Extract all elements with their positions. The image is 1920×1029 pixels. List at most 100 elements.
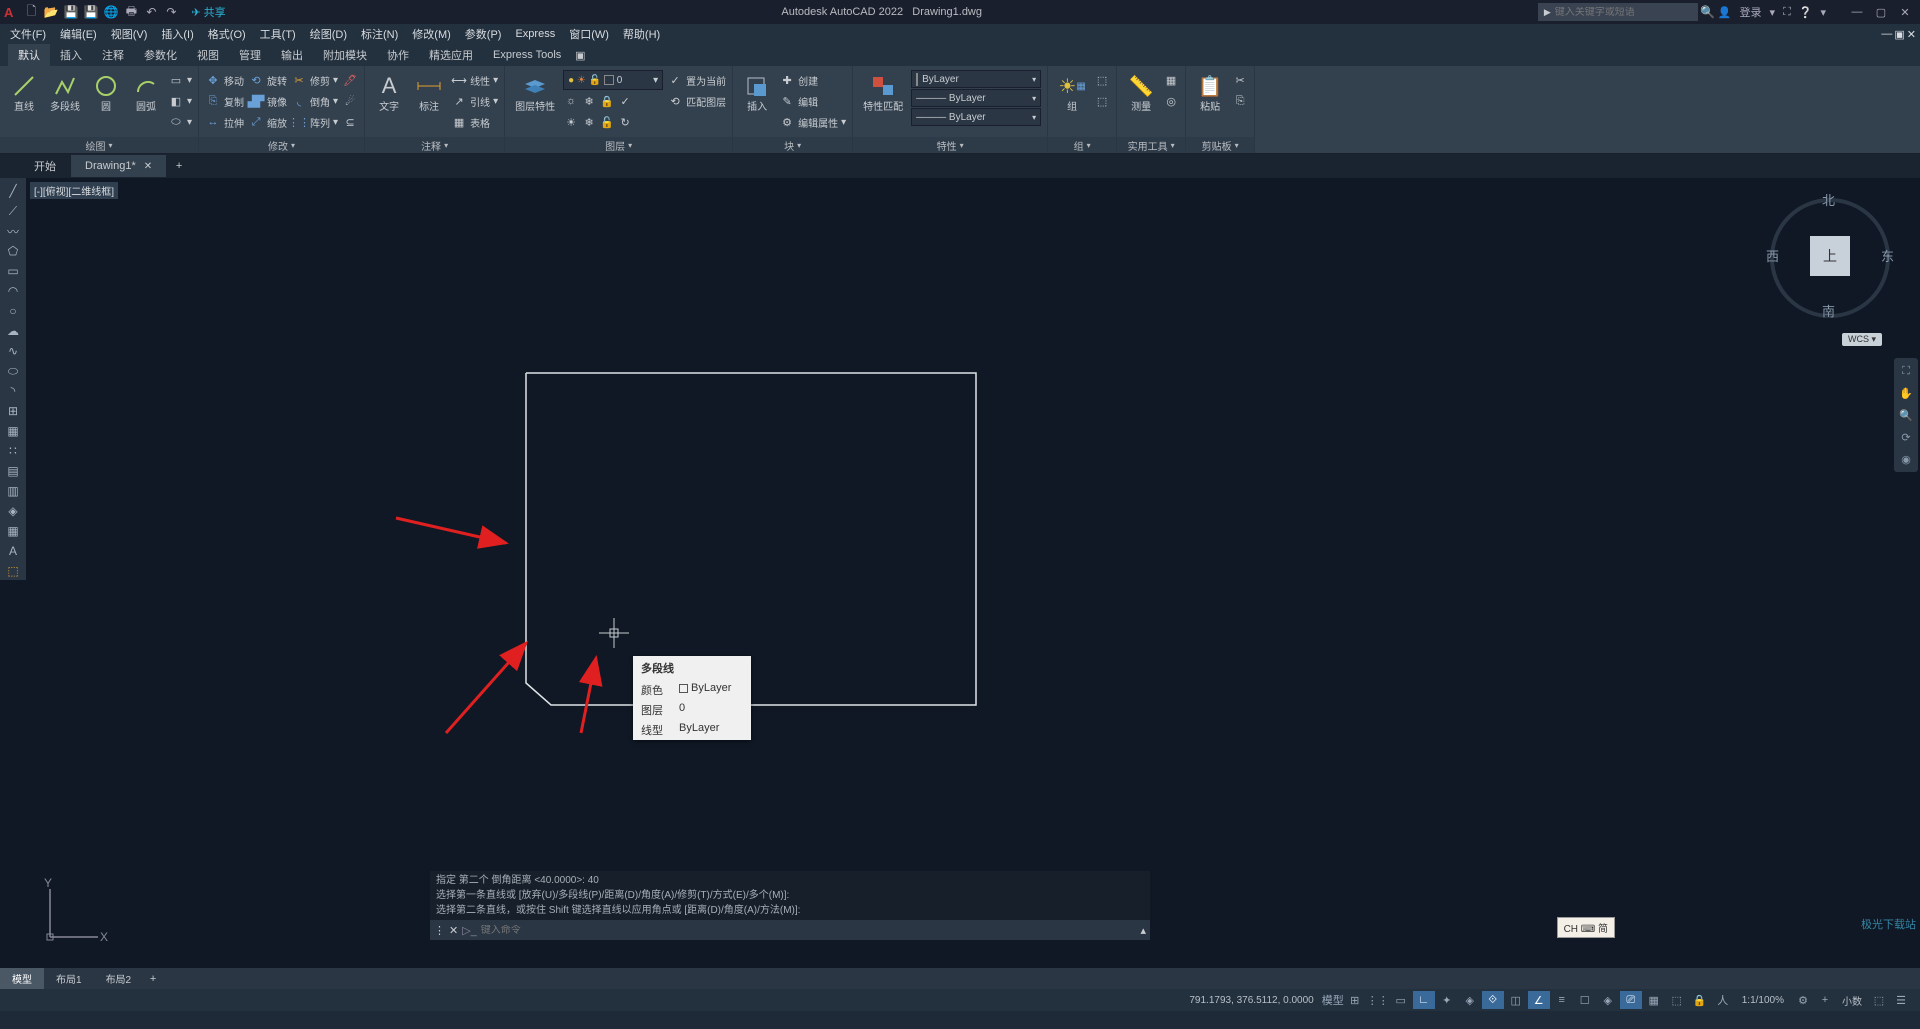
insert-block-button[interactable]: 插入 [739, 70, 775, 115]
tab-output[interactable]: 输出 [271, 44, 313, 66]
tool-addsel-icon[interactable]: ⬚ [3, 562, 23, 580]
group-tool2-icon[interactable]: ⬚ [1094, 91, 1110, 111]
qat-open-icon[interactable]: 📂 [42, 3, 60, 21]
match-props-button[interactable]: 特性匹配 [859, 70, 907, 115]
qat-save-icon[interactable]: 💾 [62, 3, 80, 21]
layout-model[interactable]: 模型 [0, 968, 44, 989]
scale-button[interactable]: ⤢缩放 [248, 112, 287, 132]
tool-circle-icon[interactable]: ○ [3, 302, 23, 320]
layout-add-button[interactable]: + [143, 973, 163, 985]
tool-ellipse-icon[interactable]: ⬭ [3, 362, 23, 380]
user-icon[interactable]: 👤 [1718, 6, 1732, 19]
status-model-button[interactable]: 模型 [1322, 991, 1344, 1009]
status-polar-icon[interactable]: ✦ [1436, 991, 1458, 1009]
tab-focus-icon[interactable]: ▣ [571, 44, 589, 66]
menu-edit[interactable]: 编辑(E) [60, 26, 97, 42]
array-button[interactable]: ⋮⋮阵列▾ [291, 112, 338, 132]
match-layer-button[interactable]: ⟲匹配图层 [667, 91, 726, 111]
util-tool1-icon[interactable]: ▦ [1163, 70, 1179, 90]
menu-parametric[interactable]: 参数(P) [465, 26, 502, 42]
status-as-icon[interactable]: 人 [1712, 991, 1734, 1009]
nav-wheel-icon[interactable]: ◉ [1897, 450, 1915, 468]
qat-webopen-icon[interactable]: 🌐 [102, 3, 120, 21]
nav-zoom-icon[interactable]: 🔍 [1897, 406, 1915, 424]
zoom-readout[interactable]: 1:1/100% [1742, 995, 1784, 1006]
nav-fullscreen-icon[interactable]: ⛶ [1897, 362, 1915, 380]
layer-props-button[interactable]: 图层特性 [511, 70, 559, 115]
mirror-button[interactable]: ▟▛镜像 [248, 91, 287, 111]
trim-button[interactable]: ✂修剪▾ [291, 70, 338, 90]
tool-text-icon[interactable]: A [3, 542, 23, 560]
erase-icon[interactable]: 🖊 [342, 70, 358, 90]
tab-manage[interactable]: 管理 [229, 44, 271, 66]
tool-polygon-icon[interactable]: ⬠ [3, 242, 23, 260]
panel-modify-title[interactable]: 修改 [199, 137, 364, 153]
panel-block-title[interactable]: 块 [733, 137, 852, 153]
menu-tools[interactable]: 工具(T) [260, 26, 296, 42]
create-block-button[interactable]: ✚创建 [779, 70, 846, 90]
search-input[interactable] [1555, 7, 1692, 18]
menu-express[interactable]: Express [515, 28, 555, 40]
filetab-drawing1[interactable]: Drawing1*✕ [71, 155, 166, 177]
linetype-combo[interactable]: ——— ByLayer▾ [911, 89, 1041, 107]
share-button[interactable]: ✈ 共享 [191, 4, 225, 20]
status-ortho-icon[interactable]: ∟ [1413, 991, 1435, 1009]
status-trans-icon[interactable]: ☐ [1574, 991, 1596, 1009]
tool-point-icon[interactable]: ∷ [3, 442, 23, 460]
arc-button[interactable]: 圆弧 [128, 70, 164, 115]
status-3dosnap-icon[interactable]: ◫ [1505, 991, 1527, 1009]
tab-insert[interactable]: 插入 [50, 44, 92, 66]
panel-utils-title[interactable]: 实用工具 [1117, 137, 1185, 153]
nav-orbit-icon[interactable]: ⟳ [1897, 428, 1915, 446]
menu-insert[interactable]: 插入(I) [161, 26, 193, 42]
layer-tool5-icon[interactable]: ☀ [563, 112, 579, 132]
linear-dim-button[interactable]: ⟷线性▾ [451, 70, 498, 90]
rotate-button[interactable]: ⟲旋转 [248, 70, 287, 90]
search-icon[interactable]: 🔍 [1699, 3, 1717, 21]
stretch-button[interactable]: ↔拉伸 [205, 112, 244, 132]
hatch-icon[interactable]: ◧▾ [168, 91, 192, 111]
layer-tool4-icon[interactable]: ✓ [617, 91, 633, 111]
login-button[interactable]: 登录 [1740, 4, 1762, 20]
status-grid-icon[interactable]: ⊞ [1344, 991, 1366, 1009]
maximize-button[interactable]: ▢ [1870, 4, 1892, 20]
mdi-minimize[interactable]: — [1881, 28, 1892, 41]
tab-featured[interactable]: 精选应用 [419, 44, 483, 66]
cmd-handle-icon[interactable]: ⋮ [434, 924, 445, 937]
status-otrack-icon[interactable]: ∠ [1528, 991, 1550, 1009]
qat-redo-icon[interactable]: ↷ [162, 3, 180, 21]
close-button[interactable]: ✕ [1894, 4, 1916, 20]
status-cloud-icon[interactable]: ⬚ [1868, 991, 1890, 1009]
status-dynin-icon[interactable]: ⎚ [1620, 991, 1642, 1009]
group-tool1-icon[interactable]: ⬚ [1094, 70, 1110, 90]
text-button[interactable]: A文字 [371, 70, 407, 115]
menu-view[interactable]: 视图(V) [111, 26, 148, 42]
panel-layers-title[interactable]: 图层 [505, 137, 732, 153]
minimize-button[interactable]: — [1846, 4, 1868, 20]
search-box[interactable]: ▶ [1538, 3, 1698, 21]
tool-rect-icon[interactable]: ▭ [3, 262, 23, 280]
status-lwt-icon[interactable]: ≡ [1551, 991, 1573, 1009]
panel-props-title[interactable]: 特性 [853, 137, 1047, 153]
tab-annotate[interactable]: 注释 [92, 44, 134, 66]
mdi-close[interactable]: ✕ [1907, 28, 1916, 41]
tool-block-icon[interactable]: ▦ [3, 422, 23, 440]
cut-icon[interactable]: ✂ [1232, 70, 1248, 90]
tab-view[interactable]: 视图 [187, 44, 229, 66]
help-icon[interactable]: ❔ [1799, 6, 1813, 19]
command-input[interactable] [481, 925, 1137, 936]
qat-plot-icon[interactable]: 🖶 [122, 3, 140, 21]
status-infer-icon[interactable]: ▭ [1390, 991, 1412, 1009]
layer-tool7-icon[interactable]: 🔓 [599, 112, 615, 132]
status-qp-icon[interactable]: ▦ [1643, 991, 1665, 1009]
tab-parametric[interactable]: 参数化 [134, 44, 187, 66]
layout-2[interactable]: 布局2 [94, 968, 144, 989]
dimension-button[interactable]: 标注 [411, 70, 447, 115]
measure-button[interactable]: 📏测量 [1123, 70, 1159, 115]
offset-icon[interactable]: ⊆ [342, 112, 358, 132]
copy-button[interactable]: ⎘复制 [205, 91, 244, 111]
make-current-button[interactable]: ✓置为当前 [667, 70, 726, 90]
explode-icon[interactable]: ☄ [342, 91, 358, 111]
menu-format[interactable]: 格式(O) [208, 26, 246, 42]
tool-hatch-icon[interactable]: ▤ [3, 462, 23, 480]
